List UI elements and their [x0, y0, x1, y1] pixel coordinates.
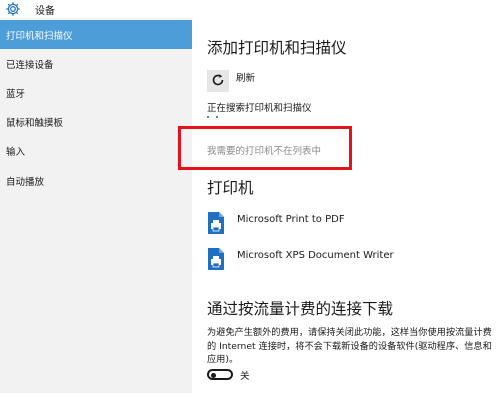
- printer-item[interactable]: Microsoft XPS Document Writer: [207, 246, 487, 272]
- sidebar-item-label: 输入: [6, 146, 26, 158]
- sidebar-item-label: 已连接设备: [6, 59, 54, 71]
- title-bar: 设备: [0, 0, 500, 18]
- app-title: 设备: [35, 6, 55, 17]
- metered-download-toggle[interactable]: [207, 369, 233, 380]
- toggle-state-label: 关: [240, 371, 250, 382]
- add-printers-title: 添加打印机和扫描仪: [207, 39, 347, 57]
- refresh-label[interactable]: 刷新: [236, 70, 255, 84]
- printers-title: 打印机: [207, 179, 254, 197]
- sidebar-item-autoplay[interactable]: 自动播放: [0, 166, 192, 195]
- main-panel: 添加打印机和扫描仪 刷新 正在搜索打印机和扫描仪 我需要的打印机不在列表中 打印…: [178, 18, 500, 393]
- sidebar-item-printers-scanners[interactable]: 打印机和扫描仪: [0, 20, 192, 49]
- refresh-icon: [211, 72, 225, 91]
- metered-download-title: 通过按流量计费的连接下载: [207, 300, 394, 318]
- progress-dots: [207, 116, 227, 120]
- gear-icon: [5, 1, 21, 17]
- searching-status: 正在搜索打印机和扫描仪: [207, 103, 312, 114]
- metered-download-description: 为避免产生额外的费用，请保持关闭此功能，这样当你使用按流量计费的 Interne…: [207, 327, 492, 365]
- printer-icon: [207, 211, 225, 235]
- sidebar-item-connected-devices[interactable]: 已连接设备: [0, 49, 192, 78]
- sidebar: 打印机和扫描仪 已连接设备 蓝牙 鼠标和触摸板 输入 自动播放: [0, 18, 192, 393]
- printer-item[interactable]: Microsoft Print to PDF: [207, 210, 487, 236]
- refresh-button[interactable]: [207, 70, 229, 92]
- sidebar-item-mouse-touchpad[interactable]: 鼠标和触摸板: [0, 107, 192, 136]
- sidebar-item-label: 蓝牙: [6, 88, 26, 100]
- toggle-knob: [211, 372, 216, 378]
- sidebar-item-typing[interactable]: 输入: [0, 136, 192, 165]
- sidebar-item-label: 自动播放: [6, 176, 45, 188]
- sidebar-item-bluetooth[interactable]: 蓝牙: [0, 78, 192, 107]
- printer-name: Microsoft XPS Document Writer: [237, 250, 394, 261]
- sidebar-item-label: 打印机和扫描仪: [6, 30, 73, 42]
- printer-name: Microsoft Print to PDF: [237, 214, 345, 225]
- sidebar-item-label: 鼠标和触摸板: [6, 117, 64, 129]
- printer-not-listed-link[interactable]: 我需要的打印机不在列表中: [207, 143, 321, 157]
- printer-icon: [207, 247, 225, 271]
